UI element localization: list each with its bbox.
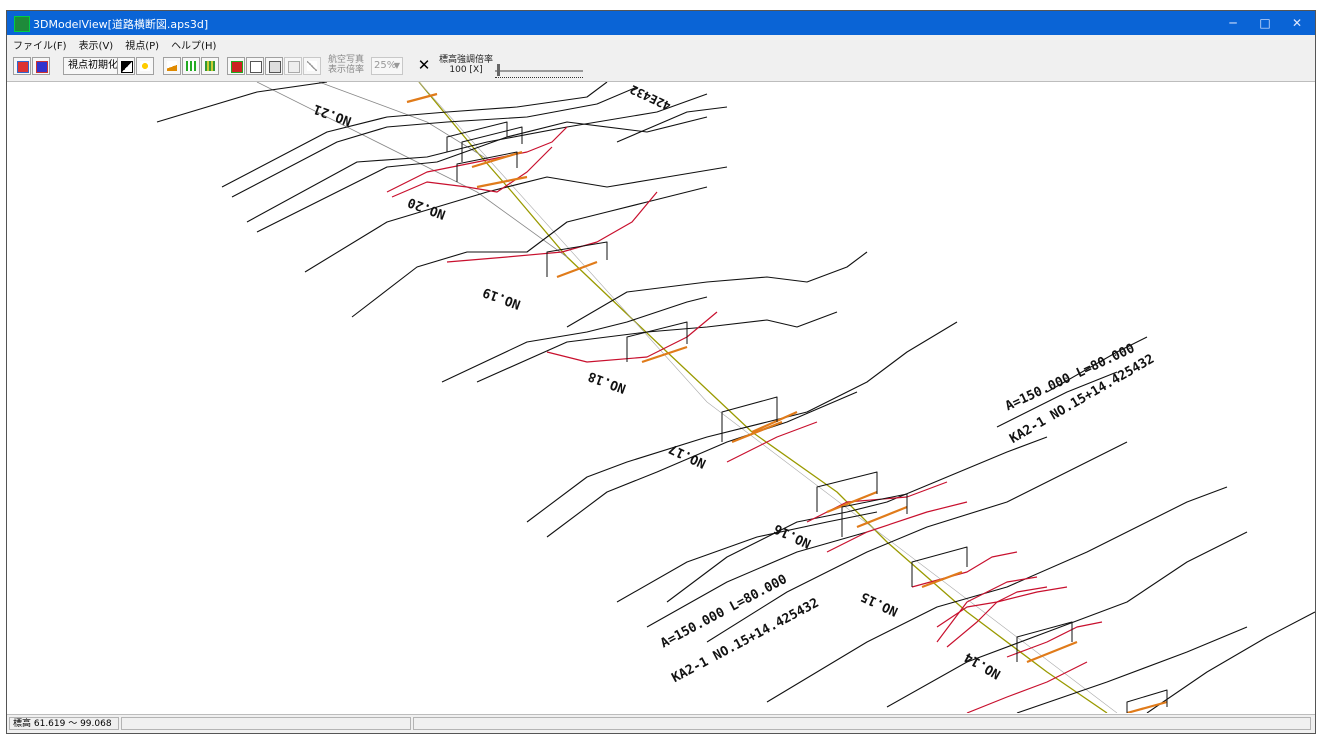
menu-bar: ファイル(F) 表示(V) 視点(P) ヘルプ(H) (7, 35, 1315, 52)
section-label-no14: NO.14 (962, 649, 1004, 682)
menu-file[interactable]: ファイル(F) (7, 35, 73, 52)
print-preview-button[interactable] (246, 57, 264, 75)
section-label-no21: NO.21 (312, 101, 354, 129)
curve-label-top: 42E432 (628, 82, 673, 113)
app-window: 3DModelView[道路横断図.aps3d] ─ □ ✕ ファイル(F) 表示… (6, 10, 1316, 734)
reset-view-button[interactable]: 視点初期化 (63, 57, 123, 75)
elevation-range-status: 標高 61.619 ～ 99.068 (9, 717, 119, 730)
road-centerline (418, 82, 1108, 713)
guide-line (256, 82, 568, 258)
elevation-ratio-label: 標高強調倍率 100 [X] (439, 55, 494, 75)
save-image-button[interactable] (265, 57, 283, 75)
display-ratio-label: 航空写真 表示倍率 (328, 55, 365, 75)
print-preview-icon (250, 61, 262, 73)
menu-viewpoint[interactable]: 視点(P) (119, 35, 165, 52)
slider-ticks (495, 77, 583, 80)
section-label-no17: NO.17 (667, 440, 709, 470)
menu-help[interactable]: ヘルプ(H) (165, 35, 222, 52)
terrain-icon (167, 61, 177, 71)
title-bar: 3DModelView[道路横断図.aps3d] ─ □ ✕ (7, 11, 1315, 35)
elevation-ratio-slider[interactable] (495, 64, 583, 78)
section-label-no16: NO.16 (772, 520, 814, 550)
section-chart-icon (205, 61, 215, 71)
minimize-button[interactable]: ─ (1219, 14, 1247, 32)
light-button[interactable] (136, 57, 154, 75)
curve-lower-line2: KA2-1 NO.15+14.425432 (669, 596, 821, 686)
app-icon (14, 16, 30, 32)
status-cell (413, 717, 1311, 730)
cross-section-drawing: NO.21 NO.20 NO.19 NO.18 NO.17 NO.16 NO.1… (156, 82, 1315, 713)
solid-icon (231, 61, 243, 73)
save-image-icon (269, 61, 281, 73)
section-label-no20: NO.20 (406, 194, 448, 222)
aerial-photo-button[interactable] (284, 57, 302, 75)
toolbar: 視点初期化 航空写真 表示倍率 25% ▼ ✕ 標高強調倍率 100 [X] (7, 51, 1315, 82)
light-icon (140, 61, 150, 71)
slider-thumb[interactable] (496, 64, 500, 76)
3d-view-canvas[interactable]: NO.21 NO.20 NO.19 NO.18 NO.17 NO.16 NO.1… (7, 82, 1315, 713)
solid-button[interactable] (227, 57, 245, 75)
section-chart-button[interactable] (201, 57, 219, 75)
bar-chart-button[interactable] (182, 57, 200, 75)
model-color-icon (17, 61, 29, 73)
contrast-button[interactable] (117, 57, 135, 75)
menu-view[interactable]: 表示(V) (73, 35, 120, 52)
display-ratio-select[interactable]: 25% ▼ (371, 57, 403, 75)
model-color-button[interactable] (13, 57, 31, 75)
status-bar: 標高 61.619 ～ 99.068 (7, 714, 1315, 733)
bar-chart-icon (186, 61, 196, 71)
close-button[interactable]: ✕ (1283, 14, 1311, 32)
model-shade-button[interactable] (32, 57, 50, 75)
maximize-button[interactable]: □ (1251, 14, 1279, 32)
terrain-button[interactable] (163, 57, 181, 75)
cancel-icon[interactable]: ✕ (415, 57, 433, 75)
window-title: 3DModelView[道路横断図.aps3d] (33, 18, 209, 31)
status-cell (121, 717, 411, 730)
slider-track (495, 70, 583, 72)
section-label-no15: NO.15 (859, 588, 901, 618)
road-sections (386, 126, 1103, 713)
terrain-lines (156, 82, 1315, 713)
section-label-no19: NO.19 (481, 284, 523, 311)
section-label-no18: NO.18 (586, 368, 628, 396)
contrast-icon (121, 61, 133, 73)
model-shade-icon (36, 61, 48, 73)
aerial-photo-icon (288, 61, 300, 73)
chevron-down-icon: ▼ (393, 61, 400, 70)
measure-button[interactable] (303, 57, 321, 75)
measure-icon (307, 61, 317, 71)
